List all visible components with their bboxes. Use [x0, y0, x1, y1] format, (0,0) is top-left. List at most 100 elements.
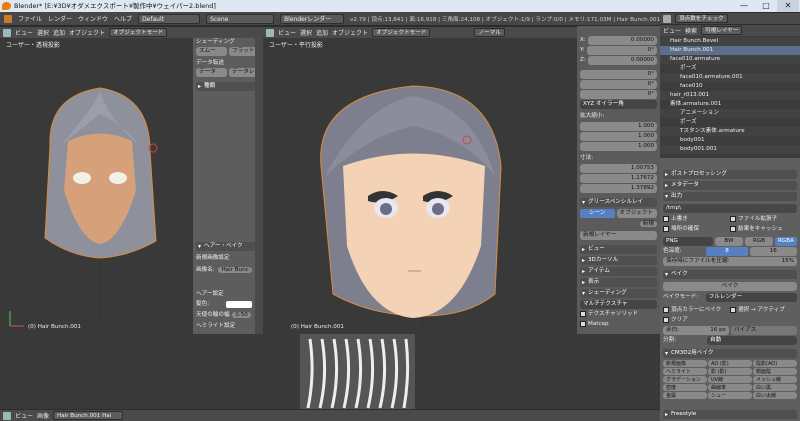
data-button[interactable]: データ: [196, 68, 227, 77]
hair-color-swatch[interactable]: [226, 301, 252, 308]
scale-y-field[interactable]: 1.000: [580, 132, 657, 141]
view3d-icon[interactable]: [3, 28, 11, 37]
outliner-item[interactable]: body001: [660, 136, 800, 145]
placeholder-checkbox[interactable]: [663, 225, 669, 232]
file-format-select[interactable]: PNG: [663, 237, 713, 246]
cm3d2-bake-section[interactable]: CM3D2用ベイク: [663, 349, 797, 358]
view-section[interactable]: ビュー: [580, 245, 657, 254]
output-path-field[interactable]: /tmp\: [663, 204, 797, 213]
bake-grid-item[interactable]: 曲線率: [708, 384, 752, 391]
right-mode-select[interactable]: オブジェクトモード: [372, 28, 431, 37]
outliner[interactable]: 頂点数をチェック ビュー 検索 可視レイヤー Hair Bunch.Bevel …: [660, 12, 800, 158]
image-editor[interactable]: [0, 334, 660, 409]
bake-grid-item[interactable]: 白い黒: [753, 384, 797, 391]
bake-grid-item[interactable]: 白い太線: [753, 392, 797, 399]
vertex-color-checkbox[interactable]: [663, 306, 669, 313]
margin-field[interactable]: 余白: 16 px: [663, 326, 729, 335]
object-source-button[interactable]: オブジェクト: [616, 209, 657, 218]
rot-x-field[interactable]: 0°: [580, 70, 657, 79]
bake-grid-item[interactable]: 影 (影): [708, 368, 752, 375]
outliner-menu-view[interactable]: ビュー: [663, 26, 681, 35]
view3d-icon[interactable]: [266, 28, 274, 37]
bake-grid-item[interactable]: 陰影(AO): [753, 360, 797, 367]
bake-grid-item[interactable]: 密度: [663, 384, 707, 391]
bake-grid-item[interactable]: 側面陰: [753, 368, 797, 375]
rgb-button[interactable]: RGB: [745, 237, 773, 246]
freestyle-section[interactable]: Freestyle: [663, 410, 797, 419]
multitexture-select[interactable]: マルチテクスチャ: [580, 300, 657, 309]
outliner-menu-search[interactable]: 検索: [685, 26, 697, 35]
outliner-item[interactable]: face010.armature.001: [660, 73, 800, 82]
image-browse-select[interactable]: Hair Bunch.001 Hai: [53, 411, 124, 420]
bake-grid-item[interactable]: グラデーション: [663, 376, 707, 383]
close-button[interactable]: ✕: [777, 0, 799, 12]
cache-checkbox[interactable]: [730, 225, 736, 232]
bake-grid-item[interactable]: ヘミライト: [663, 368, 707, 375]
dim-x-field[interactable]: 1.00753: [580, 164, 657, 173]
left-menu-add[interactable]: 追加: [53, 28, 65, 37]
left-menu-view[interactable]: ビュー: [15, 28, 33, 37]
outliner-item[interactable]: ポーズ: [660, 64, 800, 73]
output-section[interactable]: 出力: [663, 192, 797, 201]
rot-z-field[interactable]: 0°: [580, 90, 657, 99]
editor-type-icon[interactable]: [4, 14, 12, 23]
left-menu-select[interactable]: 選択: [37, 28, 49, 37]
outliner-item[interactable]: ポーズ: [660, 118, 800, 127]
outliner-icon[interactable]: [663, 14, 671, 23]
postprocessing-section[interactable]: ポストプロセッシング: [663, 170, 797, 179]
menu-help[interactable]: ヘルプ: [114, 14, 132, 23]
bake-grid-item[interactable]: 金属: [663, 392, 707, 399]
minimize-button[interactable]: —: [733, 0, 755, 12]
outliner-item[interactable]: 素体.armature.001: [660, 100, 800, 109]
menu-render[interactable]: レンダー: [48, 14, 72, 23]
right-menu-object[interactable]: オブジェクト: [332, 28, 368, 37]
check-vertex-button[interactable]: 頂点数をチェック: [675, 14, 728, 23]
shading-select[interactable]: ノーマル: [474, 28, 505, 37]
outliner-item[interactable]: Hair Bunch.001: [660, 46, 800, 55]
image-menu-view[interactable]: ビュー: [15, 411, 33, 420]
bake-grid-item[interactable]: メッシュ線: [753, 376, 797, 383]
display-section[interactable]: 表示: [580, 278, 657, 287]
right-menu-select[interactable]: 選択: [300, 28, 312, 37]
layout-select[interactable]: Default: [138, 13, 201, 24]
left-mode-select[interactable]: オブジェクトモード: [109, 28, 168, 37]
render-engine-select[interactable]: Blenderレンダー: [280, 13, 345, 24]
menu-file[interactable]: ファイル: [18, 14, 42, 23]
smooth-button[interactable]: スムー: [196, 47, 227, 56]
scale-z-field[interactable]: 1.000: [580, 142, 657, 151]
outliner-item[interactable]: face010.armature: [660, 55, 800, 64]
new-gp-button[interactable]: 新規: [639, 221, 657, 227]
shading-section[interactable]: シェーディング: [580, 289, 657, 298]
rgba-button[interactable]: RGBA: [775, 237, 797, 246]
selected-active-checkbox[interactable]: [730, 306, 736, 313]
image-menu-image[interactable]: 画像: [37, 411, 49, 420]
outliner-item[interactable]: body001.001: [660, 145, 800, 154]
bake-section[interactable]: ベイク: [663, 270, 797, 279]
compress-slider[interactable]: 保存時にファイルを圧縮: 15%: [663, 257, 797, 266]
bake-grid-item[interactable]: シュー: [708, 392, 752, 399]
overwrite-checkbox[interactable]: [663, 215, 669, 222]
maximize-button[interactable]: □: [755, 0, 777, 12]
outliner-item[interactable]: アニメーション: [660, 109, 800, 118]
distribute-select[interactable]: 自動: [707, 336, 797, 345]
bake-grid-item[interactable]: AO (影): [708, 360, 752, 367]
scene-source-button[interactable]: シーン: [580, 209, 615, 218]
loc-y-field[interactable]: 0°: [586, 46, 657, 55]
bake-button[interactable]: ベイク: [663, 282, 797, 291]
image-editor-icon[interactable]: [3, 411, 11, 420]
scale-x-field[interactable]: 1.000: [580, 122, 657, 131]
depth-8-button[interactable]: 8: [706, 247, 748, 256]
right-menu-add[interactable]: 追加: [316, 28, 328, 37]
left-3d-viewport[interactable]: ユーザー・透視投影 (0) Hair Bunch.001: [0, 26, 193, 334]
halo-width-value[interactable]: 0.50: [232, 312, 251, 318]
file-ext-checkbox[interactable]: [730, 215, 736, 222]
rot-y-field[interactable]: 0°: [580, 80, 657, 89]
menu-window[interactable]: ウィンドウ: [78, 14, 108, 23]
bias-field[interactable]: バイアス: [731, 326, 797, 335]
outliner-item[interactable]: face010: [660, 82, 800, 91]
metadata-section[interactable]: メタデータ: [663, 181, 797, 190]
grease-pencil-section[interactable]: グリースペンシルレイ: [580, 198, 657, 207]
rotation-mode-select[interactable]: XYZ オイラー角: [580, 100, 657, 109]
outliner-item[interactable]: Tスタンス素体.armature: [660, 127, 800, 136]
depth-16-button[interactable]: 16: [749, 247, 797, 256]
